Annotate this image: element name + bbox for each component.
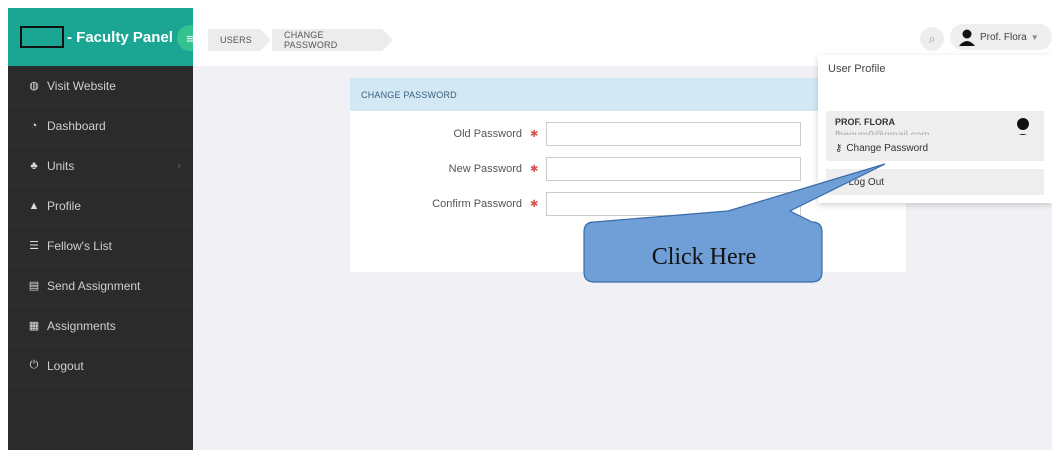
sidebar-item-dashboard[interactable]: ◔ Dashboard	[8, 106, 193, 146]
logout-menu-item[interactable]: ⏏ Log Out	[826, 169, 1044, 195]
confirm-password-input[interactable]	[546, 192, 802, 216]
old-password-label: Old Password	[453, 128, 522, 140]
required-icon: ✱	[530, 128, 539, 140]
logout-label: Log Out	[848, 176, 885, 188]
sidebar: ◍ Visit Website ◔ Dashboard ♣ Units › ▲ …	[8, 66, 193, 450]
change-password-menu-item[interactable]: ⚷ Change Password	[826, 135, 1044, 161]
confirm-password-row: Confirm Password ✱	[350, 192, 802, 216]
chevron-down-icon: ▼	[1030, 32, 1039, 42]
sidebar-item-label: Fellow's List	[47, 238, 112, 253]
required-icon: ✱	[530, 198, 539, 210]
old-password-input[interactable]	[546, 122, 802, 146]
sidebar-item-label: Assignments	[47, 318, 116, 333]
new-password-input[interactable]	[546, 157, 802, 181]
calendar-icon: ▦	[28, 320, 40, 332]
logout-icon: ⏏	[835, 176, 845, 188]
sidebar-item-label: Visit Website	[47, 78, 116, 93]
sidebar-item-profile[interactable]: ▲ Profile	[8, 186, 193, 226]
sidebar-item-label: Dashboard	[47, 118, 106, 133]
sidebar-item-label: Logout	[47, 358, 84, 373]
user-name: Prof. Flora	[980, 31, 1027, 43]
new-password-row: New Password ✱	[350, 157, 802, 181]
breadcrumb-change-password[interactable]: CHANGE PASSWORD	[272, 29, 393, 51]
chevron-right-icon: ›	[177, 159, 181, 172]
dashboard-icon: ◔	[30, 119, 38, 132]
user-icon: ▲	[28, 199, 40, 212]
power-icon: ⏻	[29, 359, 39, 371]
brand-header: - Faculty Panel	[8, 8, 194, 66]
sidebar-item-units[interactable]: ♣ Units ›	[8, 146, 193, 186]
avatar-icon	[959, 29, 975, 46]
globe-icon: ◍	[29, 80, 39, 92]
sidebar-item-visit-website[interactable]: ◍ Visit Website	[8, 66, 193, 106]
sidebar-item-label: Send Assignment	[47, 278, 141, 293]
units-icon: ♣	[30, 159, 38, 172]
sidebar-item-label: Profile	[47, 198, 82, 213]
brand-logo-redacted	[20, 26, 64, 48]
sidebar-item-label: Units	[47, 158, 75, 173]
dropdown-title: User Profile	[828, 63, 886, 75]
new-password-label: New Password	[448, 163, 522, 175]
brand-title: - Faculty Panel	[67, 28, 173, 46]
search-icon[interactable]: ⌕	[920, 27, 944, 51]
sidebar-item-logout[interactable]: ⏻ Logout	[8, 346, 193, 386]
old-password-row: Old Password ✱	[350, 122, 802, 146]
breadcrumb-users[interactable]: USERS	[208, 29, 271, 51]
change-password-label: Change Password	[846, 142, 929, 154]
dropdown-user-name: PROF. FLORA	[835, 117, 895, 127]
send-icon: ▤	[28, 280, 40, 292]
sidebar-item-fellows-list[interactable]: ☰ Fellow's List	[8, 226, 193, 266]
list-icon: ☰	[29, 240, 39, 252]
sidebar-item-send-assignment[interactable]: ▤ Send Assignment	[8, 266, 193, 306]
user-menu-button[interactable]: Prof. Flora ▼	[950, 24, 1052, 50]
user-profile-dropdown: User Profile PROF. FLORA fbegum9@gmail.c…	[818, 55, 1052, 203]
required-icon: ✱	[530, 163, 539, 175]
sidebar-item-assignments[interactable]: ▦ Assignments	[8, 306, 193, 346]
key-icon: ⚷	[835, 142, 843, 154]
confirm-password-label: Confirm Password	[432, 198, 522, 210]
